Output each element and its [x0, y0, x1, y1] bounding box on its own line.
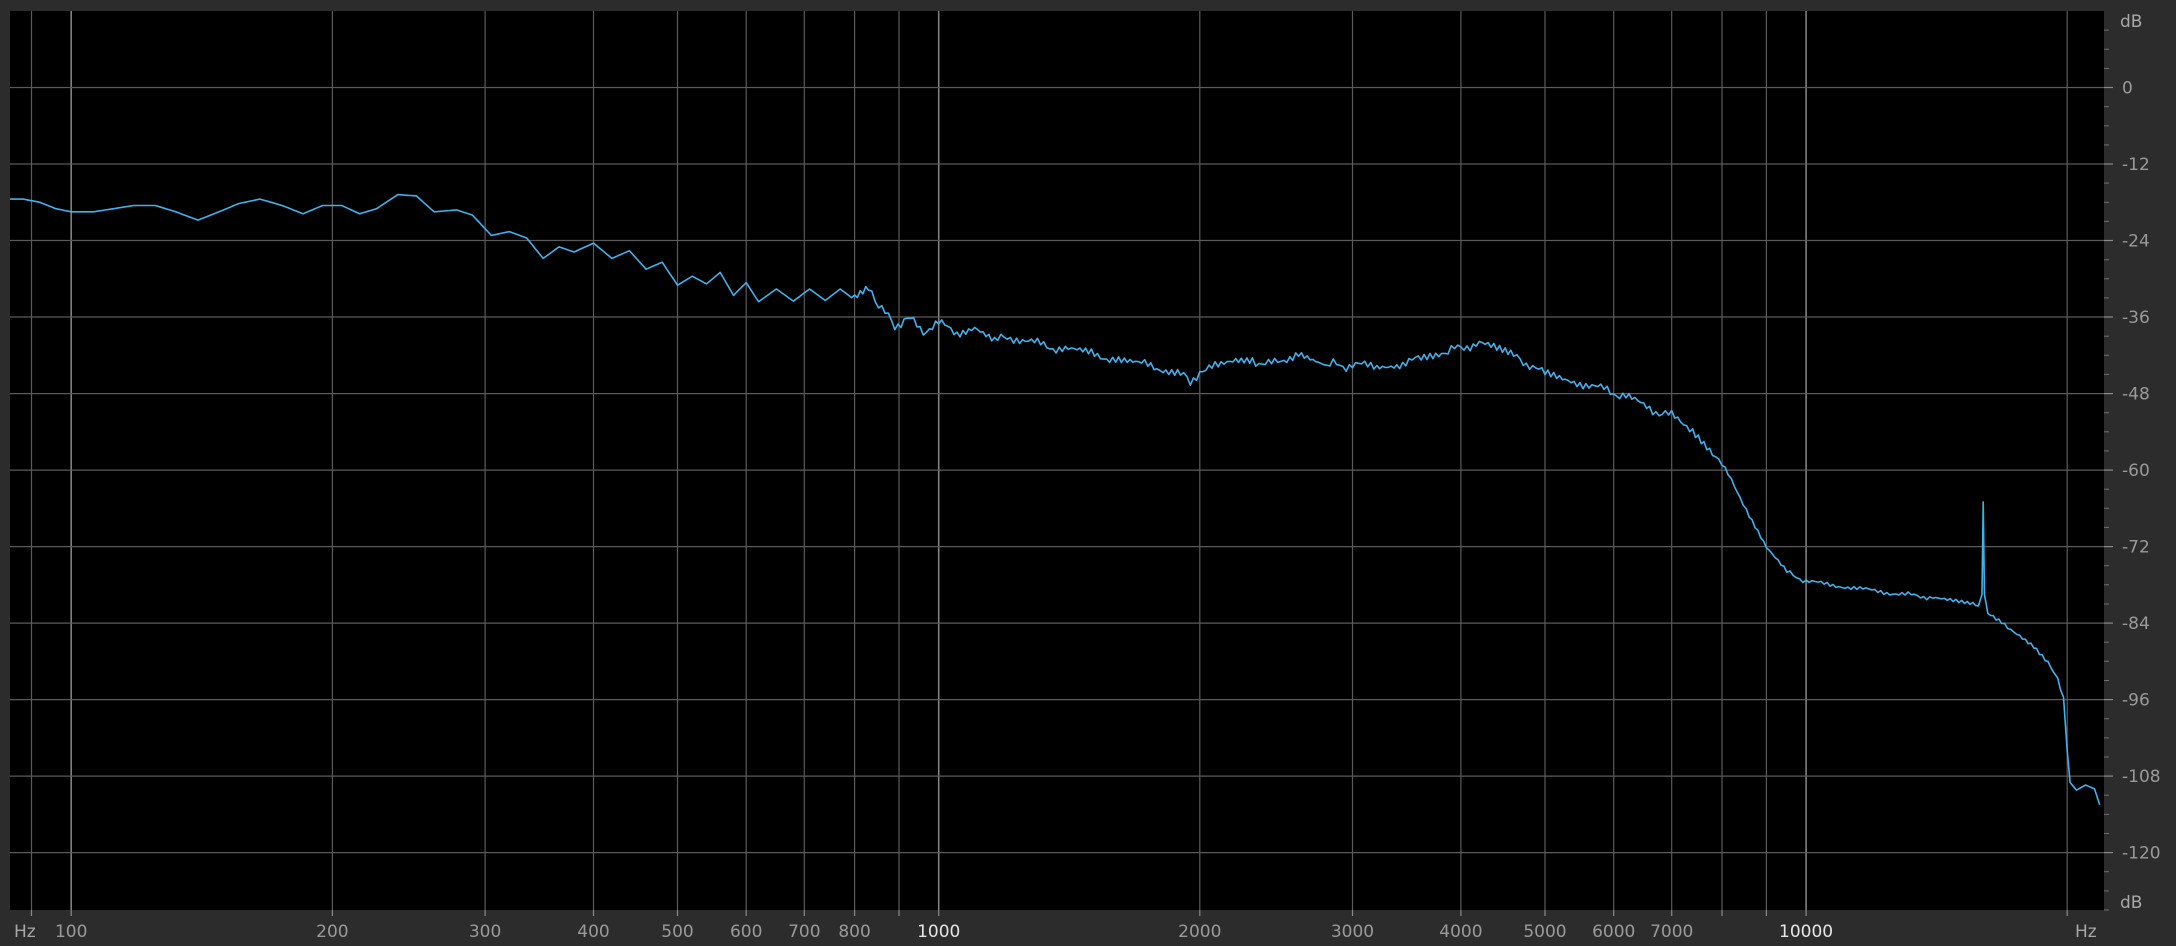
y-tick-label: -36: [2122, 308, 2150, 328]
y-unit-label-bottom: dB: [2120, 893, 2142, 913]
x-tick-label: 5000: [1523, 922, 1566, 942]
x-tick-label: 7000: [1650, 922, 1693, 942]
y-tick-label: -60: [2122, 461, 2150, 481]
x-tick-label: 300: [469, 922, 501, 942]
y-tick-label: 0: [2122, 79, 2133, 99]
y-tick-label: -24: [2122, 232, 2150, 252]
x-unit-label-right: Hz: [2075, 922, 2097, 942]
y-tick-label: -108: [2122, 767, 2161, 787]
x-tick-label: 500: [661, 922, 693, 942]
x-tick-label: 400: [577, 922, 609, 942]
y-tick-label: -96: [2122, 691, 2150, 711]
x-tick-label: 100: [55, 922, 87, 942]
y-tick-label: -120: [2122, 844, 2161, 864]
y-tick-label: -12: [2122, 155, 2150, 175]
x-tick-label: 4000: [1439, 922, 1482, 942]
x-tick-label: 2000: [1178, 922, 1221, 942]
x-tick-label: 600: [730, 922, 762, 942]
x-tick-label: 1000: [917, 922, 960, 942]
y-unit-label-top: dB: [2120, 12, 2142, 32]
x-unit-label-left: Hz: [14, 922, 36, 942]
x-tick-label: 200: [316, 922, 348, 942]
x-tick-label: 10000: [1779, 922, 1833, 942]
y-tick-label: -72: [2122, 538, 2150, 558]
y-tick-label: -84: [2122, 614, 2150, 634]
plot-area: [10, 11, 2104, 910]
spectrum-chart: 0 -12 -24 -36 -48 -60 -72 -84 -96 -108 -120 100 200 3…: [0, 0, 2176, 946]
x-tick-label: 800: [838, 922, 870, 942]
y-tick-label: -48: [2122, 385, 2150, 405]
x-tick-label: 700: [788, 922, 820, 942]
x-tick-label: 6000: [1592, 922, 1635, 942]
x-tick-label: 3000: [1331, 922, 1374, 942]
